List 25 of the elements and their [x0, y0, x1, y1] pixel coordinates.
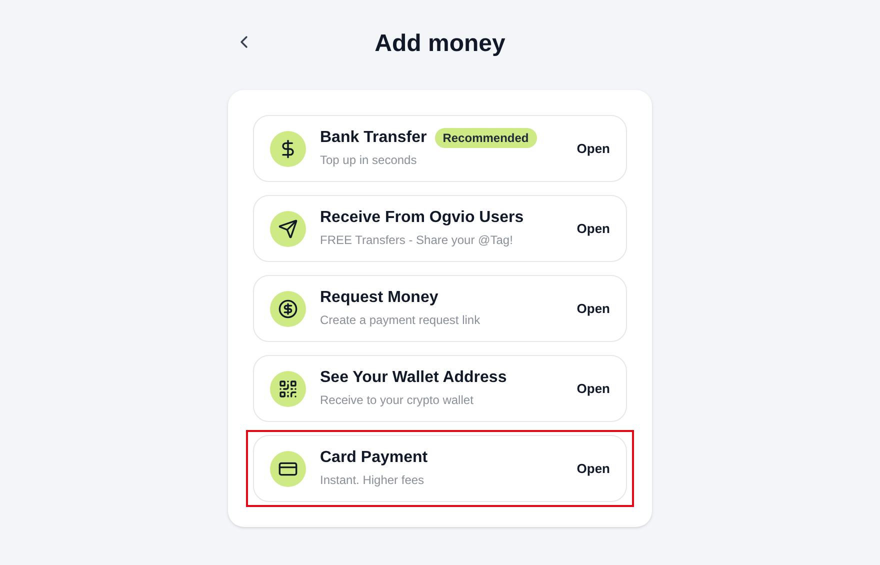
option-card[interactable]: Request Money Create a payment request link Open [253, 275, 627, 342]
open-link[interactable]: Open [576, 458, 610, 478]
open-link[interactable]: Open [576, 218, 610, 238]
option-subtitle: Create a payment request link [320, 312, 482, 329]
option-title: Receive From Ogvio Users [320, 208, 524, 228]
qr-code-icon [278, 378, 298, 398]
option-card[interactable]: Bank Transfer Recommended Top up in seconds Open [253, 115, 627, 182]
option-subtitle: Top up in seconds [320, 152, 418, 169]
page-title: Add money [374, 29, 506, 59]
option-subtitle: Receive to your crypto wallet [320, 392, 474, 409]
recommended-badge: Recommended [434, 128, 537, 148]
option-card[interactable]: Receive From Ogvio Users FREE Transfers - Share your @Tag! Open [253, 195, 627, 262]
option-title: Card Payment [320, 448, 428, 468]
option-title: See Your Wallet Address [320, 368, 507, 388]
coin-icon [278, 298, 298, 318]
option-title: Bank Transfer [320, 128, 427, 148]
option-card[interactable]: Card Payment Instant. Higher fees Open [253, 435, 627, 502]
option-title: Request Money [320, 288, 438, 308]
open-link[interactable]: Open [576, 298, 610, 318]
open-link[interactable]: Open [576, 378, 610, 398]
option-card[interactable]: See Your Wallet Address Receive to your crypto wallet Open [253, 355, 627, 422]
option-subtitle: FREE Transfers - Share your @Tag! [320, 232, 514, 249]
paper-plane-icon [278, 218, 298, 238]
option-subtitle: Instant. Higher fees [320, 472, 426, 489]
open-link[interactable]: Open [576, 138, 610, 158]
